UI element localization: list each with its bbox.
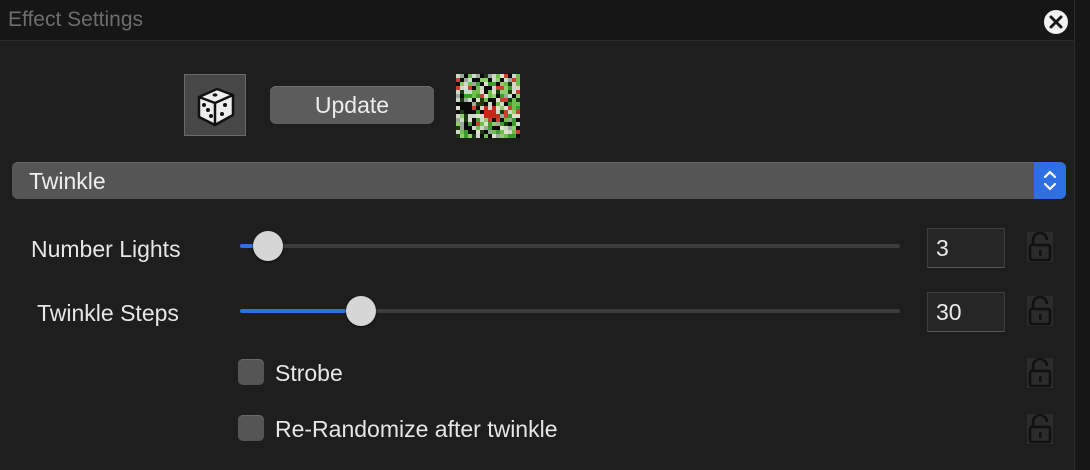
effect-dropdown-value: Twinkle — [29, 168, 106, 194]
effect-settings-panel: Effect Settings Update Twinkle Number Li… — [0, 0, 1090, 470]
strobe-checkbox[interactable] — [238, 359, 264, 385]
rerandomize-label: Re-Randomize after twinkle — [275, 416, 558, 442]
twinkle-steps-label: Twinkle Steps — [37, 300, 179, 326]
dice-icon — [197, 87, 235, 127]
rerandomize-checkbox[interactable] — [238, 415, 264, 441]
panel-title: Effect Settings — [8, 8, 144, 31]
update-button[interactable]: Update — [270, 86, 434, 124]
effect-preview-thumbnail — [456, 74, 520, 138]
number-lights-slider[interactable] — [240, 231, 900, 261]
twinkle-steps-slider-fill — [240, 309, 346, 313]
twinkle-steps-slider-knob[interactable] — [345, 296, 376, 326]
twinkle-steps-slider[interactable] — [240, 296, 900, 326]
twinkle-steps-input[interactable]: 30 — [927, 292, 1005, 332]
title-bar: Effect Settings — [0, 0, 1074, 41]
close-icon[interactable] — [1043, 9, 1069, 35]
panel-edge — [1074, 0, 1090, 470]
dropdown-arrows-icon — [1034, 162, 1066, 199]
number-lights-slider-knob[interactable] — [253, 231, 284, 261]
randomize-button[interactable] — [184, 74, 246, 136]
effect-dropdown[interactable]: Twinkle — [12, 162, 1066, 199]
lock-icon[interactable] — [1027, 296, 1053, 326]
strobe-label: Strobe — [275, 360, 343, 386]
number-lights-label: Number Lights — [31, 236, 181, 262]
lock-icon[interactable] — [1027, 414, 1053, 444]
lock-icon[interactable] — [1027, 358, 1053, 388]
lock-icon[interactable] — [1027, 232, 1053, 262]
number-lights-input[interactable]: 3 — [927, 228, 1005, 268]
number-lights-slider-fill — [240, 244, 254, 248]
